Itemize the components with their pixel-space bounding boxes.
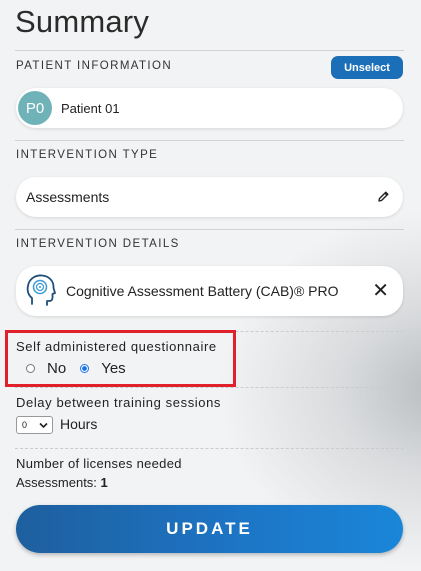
self-administered-label: Self administered questionnaire bbox=[16, 339, 217, 354]
update-button[interactable]: UPDATE bbox=[16, 505, 403, 553]
divider bbox=[15, 50, 404, 51]
delay-label: Delay between training sessions bbox=[16, 395, 222, 410]
delay-select-value: 0 bbox=[22, 420, 28, 430]
patient-info-label: PATIENT INFORMATION bbox=[16, 60, 173, 72]
licenses-count: 1 bbox=[100, 475, 108, 490]
intervention-type-card[interactable]: Assessments bbox=[16, 177, 403, 217]
licenses-label: Number of licenses needed bbox=[16, 456, 182, 471]
radio-group: No Yes bbox=[26, 360, 126, 377]
radio-yes[interactable] bbox=[80, 364, 90, 373]
intervention-item-name: Cognitive Assessment Battery (CAB)® PRO bbox=[66, 283, 339, 299]
head-brain-icon bbox=[26, 274, 56, 308]
intervention-type-value: Assessments bbox=[26, 189, 110, 205]
radio-no-label[interactable]: No bbox=[47, 360, 66, 377]
chevron-down-icon bbox=[39, 421, 48, 431]
pencil-icon[interactable] bbox=[377, 190, 390, 208]
intervention-details-label: INTERVENTION DETAILS bbox=[16, 238, 180, 250]
delay-select[interactable]: 0 bbox=[16, 416, 53, 434]
radio-yes-label[interactable]: Yes bbox=[101, 360, 125, 377]
divider bbox=[15, 387, 404, 388]
licenses-prefix: Assessments: bbox=[16, 475, 97, 490]
avatar: P0 bbox=[18, 91, 52, 125]
patient-name: Patient 01 bbox=[61, 100, 120, 116]
close-icon[interactable]: ✕ bbox=[372, 281, 389, 301]
patient-card[interactable]: P0 Patient 01 bbox=[16, 88, 403, 128]
divider bbox=[15, 448, 404, 449]
licenses-line: Assessments: 1 bbox=[16, 475, 108, 490]
delay-unit: Hours bbox=[60, 416, 98, 432]
intervention-item-card[interactable]: Cognitive Assessment Battery (CAB)® PRO … bbox=[16, 266, 403, 316]
intervention-type-label: INTERVENTION TYPE bbox=[16, 149, 159, 161]
radio-no[interactable] bbox=[26, 364, 35, 373]
page-title: Summary bbox=[15, 4, 150, 39]
unselect-button[interactable]: Unselect bbox=[331, 56, 403, 79]
divider bbox=[15, 140, 404, 141]
divider bbox=[15, 229, 404, 230]
